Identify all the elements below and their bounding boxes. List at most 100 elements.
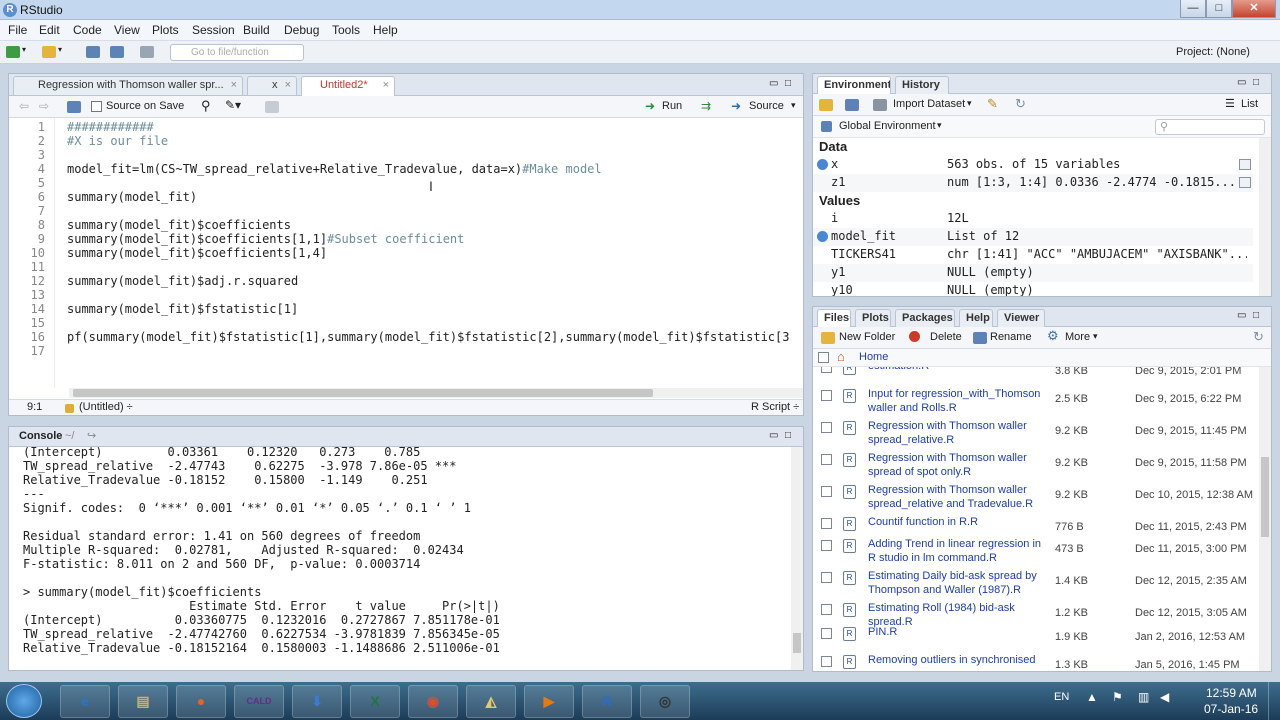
rerun-icon[interactable]: ⇉	[701, 99, 711, 113]
minimize-pane-icon[interactable]: ▭	[769, 430, 778, 441]
view-grid-icon[interactable]	[1239, 159, 1251, 170]
code-line[interactable]: model_fit=lm(CS~TW_spread_relative+Relat…	[67, 162, 602, 176]
new-folder-icon[interactable]	[821, 332, 835, 344]
volume-icon[interactable]: ◀	[1160, 690, 1169, 704]
file-row[interactable]: R Adding Trend in linear regression in R …	[813, 537, 1257, 567]
console-output[interactable]: (Intercept) 0.03361 0.12320 0.273 0.785 T…	[9, 447, 789, 670]
file-checkbox[interactable]	[821, 656, 832, 667]
delete-icon[interactable]	[909, 331, 920, 342]
close-tab-icon[interactable]: ×	[285, 77, 291, 94]
file-row[interactable]: R PIN.R 1.9 KB Jan 2, 2016, 12:53 AM	[813, 625, 1257, 655]
file-checkbox[interactable]	[821, 390, 832, 401]
code-line[interactable]: summary(model_fit)$fstatistic[1]	[67, 302, 298, 316]
new-file-icon[interactable]	[6, 46, 20, 58]
menu-code[interactable]: Code	[73, 23, 102, 37]
file-row[interactable]: R Input for regression_with_Thomson walle…	[813, 387, 1257, 417]
home-link[interactable]: Home	[859, 351, 888, 363]
file-checkbox[interactable]	[821, 518, 832, 529]
environment-search-input[interactable]: ⚲	[1155, 119, 1265, 135]
files-scrollbar[interactable]	[1259, 367, 1271, 671]
horizontal-scrollbar[interactable]	[69, 388, 803, 398]
excel-icon[interactable]: X	[350, 685, 400, 718]
more-button[interactable]: More	[1065, 331, 1090, 343]
chevron-down-icon[interactable]: ▾	[58, 45, 62, 54]
tab-viewer[interactable]: Viewer	[997, 309, 1045, 328]
camera-app-icon[interactable]: ◎	[640, 685, 690, 718]
clock-time[interactable]: 12:59 AM	[1206, 686, 1257, 700]
refresh-icon[interactable]: ↻	[1253, 329, 1264, 345]
menu-view[interactable]: View	[114, 23, 140, 37]
environment-row[interactable]: x 563 obs. of 15 variables	[813, 156, 1253, 174]
compile-report-icon[interactable]	[265, 101, 279, 113]
environment-scrollbar[interactable]	[1259, 138, 1271, 296]
file-checkbox[interactable]	[821, 628, 832, 639]
environment-row[interactable]: y10 NULL (empty)	[813, 282, 1253, 296]
back-icon[interactable]: ⇦	[19, 99, 29, 113]
file-name-link[interactable]: Estimating Daily bid-ask spread by Thomp…	[868, 569, 1048, 597]
file-row[interactable]: R Removing outliers in synchronised 1.3 KB…	[813, 653, 1257, 671]
file-name-link[interactable]: Countif function in R.R	[868, 515, 1048, 529]
minimize-pane-icon[interactable]: ▭	[769, 78, 778, 89]
file-name-link[interactable]: Regression with Thomson waller spread_re…	[868, 483, 1048, 511]
view-grid-icon[interactable]	[1239, 177, 1251, 188]
expand-icon[interactable]	[817, 159, 828, 170]
go-to-file-input[interactable]: Go to file/function	[170, 44, 304, 61]
open-folder-icon[interactable]	[42, 46, 56, 58]
code-line[interactable]: summary(model_fit)	[67, 190, 197, 204]
maximize-pane-icon[interactable]: □	[785, 430, 791, 441]
minimize-button[interactable]: —	[1180, 0, 1206, 18]
file-name-link[interactable]: Adding Trend in linear regression in R s…	[868, 537, 1048, 565]
file-checkbox[interactable]	[821, 604, 832, 615]
environment-row[interactable]: y1 NULL (empty)	[813, 264, 1253, 282]
folder-icon[interactable]: ◭	[466, 685, 516, 718]
menu-session[interactable]: Session	[192, 23, 235, 37]
maximize-button[interactable]: □	[1206, 0, 1232, 18]
source-icon[interactable]: ➜	[731, 99, 741, 113]
calendar-app-icon[interactable]: CALD	[234, 685, 284, 718]
file-name-link[interactable]: estimation.R	[868, 367, 1048, 373]
environment-row[interactable]: model_fit List of 12	[813, 228, 1253, 246]
refresh-icon[interactable]: ↻	[1015, 96, 1026, 112]
maximize-pane-icon[interactable]: □	[785, 78, 791, 89]
start-button[interactable]	[6, 684, 42, 718]
project-menu[interactable]: Project: (None)	[1176, 46, 1250, 58]
tab-plots[interactable]: Plots	[855, 309, 891, 328]
file-checkbox[interactable]	[821, 422, 832, 433]
save-icon[interactable]	[67, 101, 81, 113]
tray-arrow-icon[interactable]: ▲	[1086, 690, 1098, 704]
file-row[interactable]: R Regression with Thomson waller spread_r…	[813, 419, 1257, 449]
chevron-down-icon[interactable]: ▾	[1093, 331, 1098, 342]
file-row[interactable]: R Regression with Thomson waller spread_r…	[813, 483, 1257, 513]
rename-button[interactable]: Rename	[990, 331, 1032, 343]
menu-debug[interactable]: Debug	[284, 23, 319, 37]
code-editor[interactable]: 1 ############ 2 #X is our file 3 4 model_fit=…	[9, 118, 803, 388]
firefox-icon[interactable]: ●	[176, 685, 226, 718]
menu-file[interactable]: File	[8, 23, 27, 37]
file-name-link[interactable]: Regression with Thomson waller spread of…	[868, 451, 1048, 479]
source-button[interactable]: Source	[749, 100, 784, 112]
menu-tools[interactable]: Tools	[332, 23, 360, 37]
show-desktop-button[interactable]	[1268, 682, 1280, 720]
console-scrollbar[interactable]	[791, 447, 803, 670]
chrome-icon[interactable]: ◉	[408, 685, 458, 718]
rstudio-icon[interactable]: R	[582, 685, 632, 718]
gear-icon[interactable]: ⚙	[1047, 328, 1059, 344]
print-icon[interactable]	[140, 46, 154, 58]
file-explorer-icon[interactable]: ▤	[118, 685, 168, 718]
list-view-icon[interactable]: ☰	[1225, 97, 1235, 110]
menu-plots[interactable]: Plots	[152, 23, 179, 37]
internet-explorer-icon[interactable]: e	[60, 685, 110, 718]
select-all-checkbox[interactable]	[818, 352, 829, 363]
run-button[interactable]: Run	[662, 100, 682, 112]
rename-icon[interactable]	[973, 332, 987, 344]
scroll-thumb[interactable]	[1261, 457, 1269, 537]
file-name-link[interactable]: Regression with Thomson waller spread_re…	[868, 419, 1048, 447]
save-icon[interactable]	[86, 46, 100, 58]
table-icon[interactable]	[873, 99, 887, 111]
close-button[interactable]: ✕	[1232, 0, 1276, 18]
network-icon[interactable]: ▥	[1138, 690, 1149, 704]
new-folder-button[interactable]: New Folder	[839, 331, 895, 343]
file-row[interactable]: Restimation.R 3.8 KB Dec 9, 2015, 2:01 PM	[813, 367, 1257, 389]
load-workspace-icon[interactable]	[819, 99, 833, 111]
file-checkbox[interactable]	[821, 367, 832, 373]
